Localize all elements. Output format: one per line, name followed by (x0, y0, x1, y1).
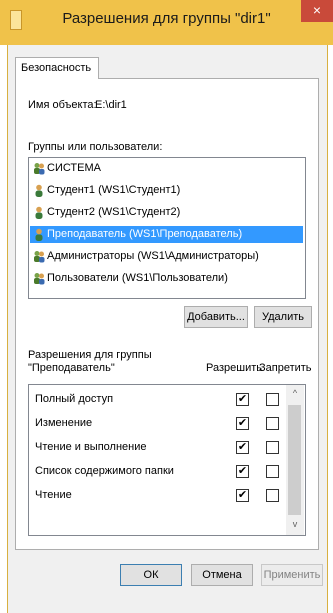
principal-label: Администраторы (WS1\Администраторы) (47, 250, 259, 262)
window-title: Разрешения для группы "dir1" (62, 10, 271, 27)
permission-name: Чтение (35, 489, 72, 501)
tab-security-label: Безопасность (21, 62, 92, 74)
ok-button[interactable]: ОК (120, 564, 182, 586)
close-button[interactable]: × (301, 0, 333, 22)
tab-security[interactable]: Безопасность (15, 57, 99, 79)
permission-name: Полный доступ (35, 393, 114, 405)
deny-column-header: Запретить (259, 362, 312, 374)
principal-item[interactable]: Студент2 (WS1\Студент2) (30, 204, 303, 221)
permissions-list: Полный доступ ✔ Изменение ✔ Чтение и выполне… (28, 384, 306, 536)
group-icon (33, 162, 45, 175)
user-icon (33, 206, 45, 219)
principal-item[interactable]: Студент1 (WS1\Студент1) (30, 182, 303, 199)
add-button[interactable]: Добавить... (184, 306, 248, 328)
dialog-body: Безопасность Имя объекта: E:\dir1 Группы… (7, 45, 328, 613)
groups-label: Группы или пользователи: (28, 141, 163, 153)
allow-checkbox[interactable]: ✔ (236, 393, 249, 406)
principal-item[interactable]: Пользователи (WS1\Пользователи) (30, 270, 303, 287)
principal-label: Пользователи (WS1\Пользователи) (47, 272, 228, 284)
allow-checkbox[interactable]: ✔ (236, 417, 249, 430)
cancel-button[interactable]: Отмена (191, 564, 253, 586)
permission-name: Список содержимого папки (35, 465, 174, 477)
title-bar[interactable]: Разрешения для группы "dir1" × (0, 0, 333, 45)
allow-checkbox[interactable]: ✔ (236, 489, 249, 502)
object-name-value: E:\dir1 (95, 99, 127, 111)
allow-checkbox[interactable]: ✔ (236, 465, 249, 478)
principal-label: Студент1 (WS1\Студент1) (47, 184, 181, 196)
deny-checkbox[interactable] (266, 393, 279, 406)
scroll-down-icon[interactable]: v (286, 519, 304, 529)
allow-checkbox[interactable]: ✔ (236, 441, 249, 454)
scroll-thumb[interactable] (288, 405, 301, 515)
permissions-scrollbar[interactable]: ^ v (286, 385, 304, 535)
principal-item[interactable]: Администраторы (WS1\Администраторы) (30, 248, 303, 265)
permission-row: Полный доступ ✔ (29, 389, 286, 411)
group-icon (33, 272, 45, 285)
object-name-label: Имя объекта: (28, 99, 97, 111)
user-icon (33, 228, 45, 241)
security-panel: Имя объекта: E:\dir1 Группы или пользова… (15, 78, 319, 550)
principal-label: Студент2 (WS1\Студент2) (47, 206, 181, 218)
principal-item[interactable]: СИСТЕМА (30, 160, 303, 177)
apply-button[interactable]: Применить (261, 564, 323, 586)
permission-row: Чтение ✔ (29, 485, 286, 507)
allow-column-header: Разрешить (206, 362, 262, 374)
group-icon (33, 250, 45, 263)
user-icon (33, 184, 45, 197)
deny-checkbox[interactable] (266, 417, 279, 430)
remove-button[interactable]: Удалить (254, 306, 312, 328)
permissions-title: Разрешения для группы (28, 349, 152, 361)
principal-item[interactable]: Преподаватель (WS1\Преподаватель) (30, 226, 303, 243)
deny-checkbox[interactable] (266, 489, 279, 502)
permission-name: Изменение (35, 417, 93, 429)
permissions-group-name: "Преподаватель" (28, 362, 115, 374)
permission-row: Изменение ✔ (29, 413, 286, 435)
permission-row: Список содержимого папки ✔ (29, 461, 286, 483)
permission-name: Чтение и выполнение (35, 441, 147, 453)
scroll-up-icon[interactable]: ^ (286, 388, 304, 398)
principal-label: СИСТЕМА (47, 162, 101, 174)
permission-row: Чтение и выполнение ✔ (29, 437, 286, 459)
deny-checkbox[interactable] (266, 441, 279, 454)
deny-checkbox[interactable] (266, 465, 279, 478)
principal-label: Преподаватель (WS1\Преподаватель) (47, 228, 243, 240)
principals-list[interactable]: СИСТЕМА Студент1 (WS1\Студент1) Студент2 (… (28, 157, 306, 299)
